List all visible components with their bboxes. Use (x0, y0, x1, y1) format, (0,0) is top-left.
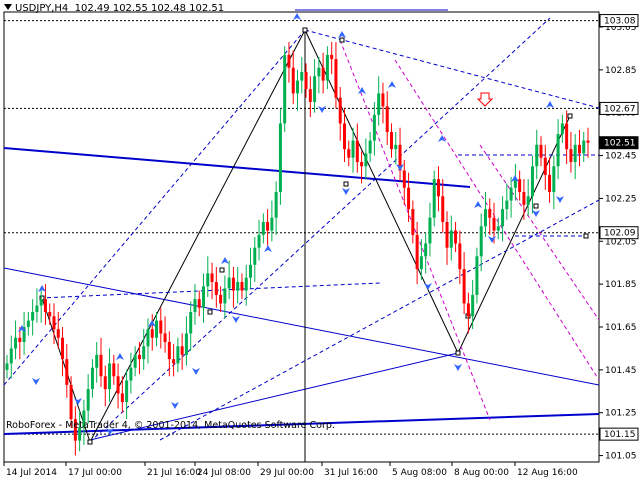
pivot-marker-7 (567, 113, 573, 119)
x-tick-label: 21 Jul 16:00 (147, 468, 201, 478)
y-tick-label: 102.25 (605, 194, 637, 204)
pivot-marker-1 (87, 439, 93, 445)
x-tick-label: 29 Jul 00:00 (260, 468, 314, 478)
ohlc-values: 102.49 102.55 102.48 102.51 (74, 3, 225, 14)
pivot-marker-11 (343, 181, 349, 187)
pivot-marker-3 (339, 37, 345, 43)
pivot-marker-10 (219, 267, 225, 273)
y-tick-label: 102.45 (605, 152, 637, 162)
price-chart[interactable]: 103.05102.85102.65102.45102.25102.05101.… (0, 0, 640, 480)
y-tick-label: 101.45 (605, 366, 637, 376)
pivot-marker-6 (533, 203, 539, 209)
copyright-text: RoboForex - MetaTrader 4, © 2001-2014, M… (6, 420, 335, 431)
x-tick-label: 5 Aug 08:00 (392, 468, 447, 478)
price-label-text: 101.15 (604, 430, 636, 440)
price-label-text: 102.67 (604, 104, 636, 114)
y-tick-label: 102.85 (605, 66, 637, 76)
x-tick-label: 17 Jul 00:00 (68, 468, 122, 478)
x-tick-label: 14 Jul 2014 (6, 468, 57, 478)
y-tick-label: 101.05 (605, 452, 637, 462)
x-tick-label: 24 Jul 08:00 (197, 468, 251, 478)
y-tick-label: 101.25 (605, 409, 637, 419)
y-tick-label: 101.65 (605, 323, 637, 333)
x-tick-label: 31 Jul 16:00 (324, 468, 378, 478)
pivot-marker-4 (455, 350, 461, 356)
pivot-marker-8 (583, 233, 589, 239)
pivot-marker-2 (302, 27, 308, 33)
x-tick-label: 12 Aug 16:00 (517, 468, 578, 478)
chart-header: USDJPY,H4 102.49 102.55 102.48 102.51 (4, 3, 224, 14)
y-tick-label: 101.85 (605, 280, 637, 290)
candle (283, 46, 287, 132)
price-label-text: 102.09 (604, 229, 636, 239)
dropdown-triangle-icon[interactable] (4, 4, 12, 10)
symbol-label: USDJPY,H4 (15, 3, 69, 14)
price-label-text: 103.08 (604, 17, 636, 27)
pivot-marker-9 (207, 309, 213, 315)
x-tick-label: 8 Aug 00:00 (454, 468, 509, 478)
price-label-text: 102.51 (604, 139, 636, 149)
